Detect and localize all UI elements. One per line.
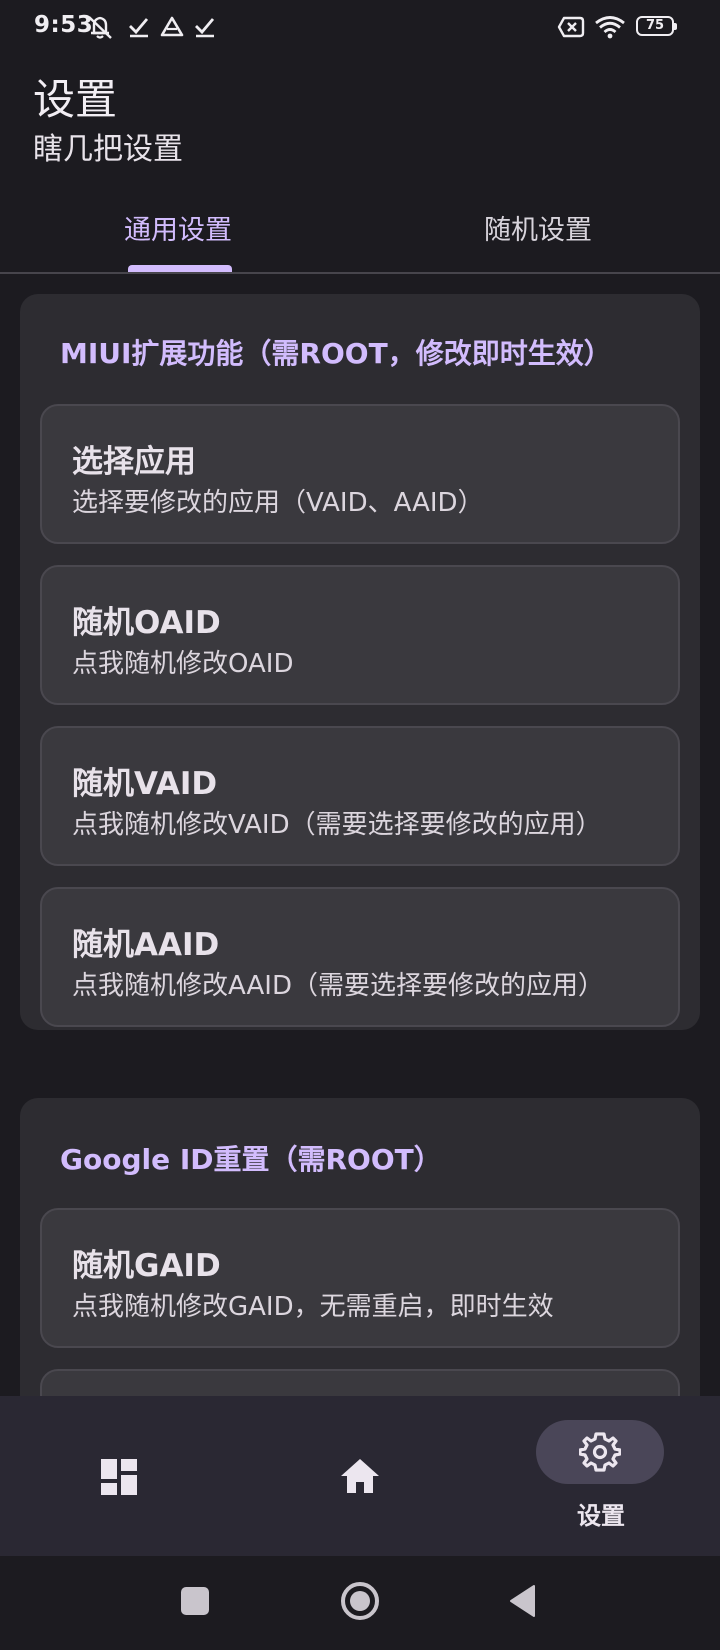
home-button[interactable]: [339, 1580, 381, 1622]
item-description: 点我随机修改AAID（需要选择要修改的应用）: [72, 971, 604, 1001]
miui-section-card: MIUI扩展功能（需ROOT，修改即时生效） 选择应用 选择要修改的应用（VAI…: [20, 294, 700, 1030]
home-icon: [341, 1459, 379, 1493]
item-description: 点我随机修改GAID，无需重启，即时生效: [72, 1292, 554, 1322]
back-button[interactable]: [508, 1584, 538, 1618]
item-title: 随机GAID: [72, 1248, 221, 1284]
item-description: 点我随机修改OAID: [72, 649, 294, 679]
notifications-off-icon: [88, 16, 112, 39]
item-title: 随机VAID: [72, 766, 218, 802]
tab-random-settings[interactable]: 随机设置: [484, 208, 592, 247]
wifi-icon: [595, 16, 625, 39]
check-icon: [195, 18, 215, 38]
settings-icon: [579, 1432, 621, 1472]
google-id-section-card: Google ID重置（需ROOT） 随机GAID 点我随机修改GAID，无需重…: [20, 1098, 700, 1396]
random-vaid-item[interactable]: 随机VAID 点我随机修改VAID（需要选择要修改的应用）: [40, 726, 680, 866]
page-subtitle: 瞎几把设置: [33, 132, 183, 167]
nav-settings-label[interactable]: 设置: [577, 1496, 625, 1531]
random-oaid-item[interactable]: 随机OAID 点我随机修改OAID: [40, 565, 680, 705]
system-navigation-bar: [0, 1556, 720, 1650]
battery-icon: 75: [636, 16, 677, 36]
status-bar: 9:53 75: [0, 0, 720, 56]
status-time: 9:53: [34, 12, 94, 38]
section-title: MIUI扩展功能（需ROOT，修改即时生效）: [60, 337, 612, 370]
random-gaid-item[interactable]: 随机GAID 点我随机修改GAID，无需重启，即时生效: [40, 1208, 680, 1348]
tab-indicator: [128, 265, 232, 272]
battery-level: 75: [645, 18, 665, 33]
select-app-item[interactable]: 选择应用 选择要修改的应用（VAID、AAID）: [40, 404, 680, 544]
item-title: 随机OAID: [72, 605, 221, 641]
nav-settings-indicator[interactable]: [536, 1420, 664, 1484]
settings-scroll-area[interactable]: MIUI扩展功能（需ROOT，修改即时生效） 选择应用 选择要修改的应用（VAI…: [0, 274, 720, 1396]
item-description: 点我随机修改VAID（需要选择要修改的应用）: [72, 810, 602, 840]
section-title: Google ID重置（需ROOT）: [60, 1143, 442, 1176]
recents-button[interactable]: [181, 1587, 209, 1615]
nav-dashboard[interactable]: [60, 1396, 180, 1556]
dashboard-icon: [101, 1459, 137, 1495]
nav-home[interactable]: [300, 1396, 420, 1556]
random-aaid-item[interactable]: 随机AAID 点我随机修改AAID（需要选择要修改的应用）: [40, 887, 680, 1027]
list-item[interactable]: [40, 1369, 680, 1396]
bottom-navigation: 设置: [0, 1396, 720, 1556]
tab-bar: 通用设置 随机设置: [0, 190, 720, 274]
item-description: 选择要修改的应用（VAID、AAID）: [72, 488, 484, 518]
tab-general-settings[interactable]: 通用设置: [124, 208, 232, 247]
sim-missing-icon: [557, 16, 585, 38]
item-title: 选择应用: [72, 444, 196, 480]
check-icon: [129, 18, 149, 38]
item-title: 随机AAID: [72, 927, 220, 963]
drive-icon: [160, 16, 184, 37]
page-title: 设置: [33, 75, 118, 124]
